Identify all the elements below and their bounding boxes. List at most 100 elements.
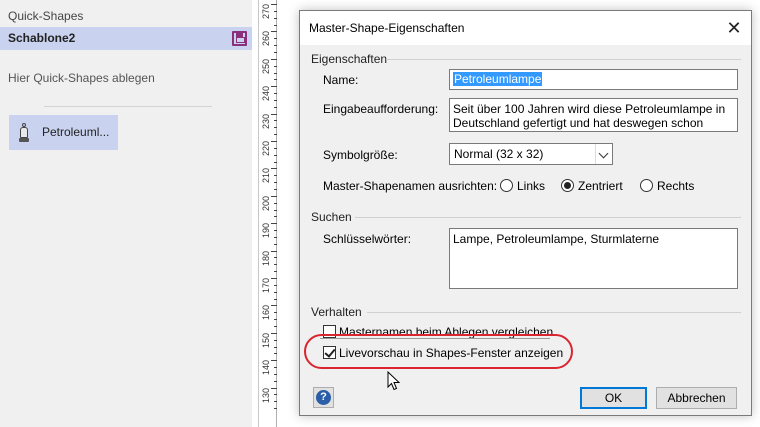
align-left-label: Links bbox=[517, 179, 546, 193]
help-button[interactable]: ? bbox=[313, 387, 334, 408]
mouse-cursor-icon bbox=[387, 371, 401, 391]
ruler-tick bbox=[271, 4, 277, 5]
ruler-tick bbox=[274, 182, 277, 184]
ruler-label: 220 bbox=[261, 141, 271, 157]
ruler-tick bbox=[274, 154, 277, 156]
ruler-tick bbox=[274, 346, 277, 348]
ruler-tick bbox=[271, 223, 277, 225]
ruler-tick bbox=[271, 168, 277, 170]
ruler-tick bbox=[274, 188, 277, 190]
keywords-label: Schlüsselwörter: bbox=[323, 232, 412, 246]
ruler-tick bbox=[274, 79, 277, 81]
align-center-radio[interactable] bbox=[561, 179, 574, 192]
shape-item-label: Petroleuml... bbox=[42, 125, 110, 139]
ruler-tick bbox=[271, 141, 277, 142]
close-icon[interactable]: ✕ bbox=[721, 15, 747, 41]
ruler-tick bbox=[274, 175, 277, 177]
ruler-tick bbox=[274, 394, 277, 396]
ruler-label: 160 bbox=[261, 305, 271, 321]
ruler-tick bbox=[274, 325, 277, 327]
ruler-tick bbox=[274, 271, 277, 273]
ruler-label: 190 bbox=[261, 223, 271, 239]
master-shape-properties-dialog: Master-Shape-Eigenschaften ✕ Eigenschaft… bbox=[299, 10, 752, 416]
ruler-tick bbox=[271, 31, 277, 33]
dialog-titlebar: Master-Shape-Eigenschaften ✕ bbox=[300, 11, 751, 45]
quick-shapes-header[interactable]: Quick-Shapes bbox=[0, 6, 252, 26]
stencil-header[interactable]: Schablone2 bbox=[0, 27, 252, 50]
oil-lamp-icon bbox=[19, 123, 29, 143]
ruler-tick bbox=[274, 373, 277, 375]
ruler-tick bbox=[271, 113, 277, 115]
ok-button[interactable]: OK bbox=[580, 387, 647, 409]
symbol-size-label: Symbolgröße: bbox=[323, 148, 398, 162]
ruler-tick bbox=[274, 257, 277, 259]
help-icon: ? bbox=[316, 390, 331, 405]
section-behavior: Verhalten bbox=[311, 305, 362, 319]
ruler-label: 230 bbox=[261, 113, 271, 129]
align-right-radio[interactable] bbox=[640, 179, 653, 192]
ruler-tick bbox=[274, 243, 277, 245]
ruler-label: 180 bbox=[261, 250, 271, 266]
section-properties: Eigenschaften bbox=[311, 52, 388, 66]
ruler-tick bbox=[274, 120, 277, 122]
ruler-tick bbox=[274, 209, 277, 211]
ruler-tick bbox=[274, 99, 277, 101]
ruler-label: 210 bbox=[261, 168, 271, 184]
ruler-tick bbox=[274, 147, 277, 149]
name-field[interactable]: Petroleumlampe bbox=[449, 69, 738, 90]
ruler-tick bbox=[274, 51, 277, 53]
ruler-tick bbox=[274, 65, 277, 67]
chevron-down-icon[interactable] bbox=[595, 144, 612, 164]
save-icon[interactable] bbox=[232, 31, 247, 46]
ruler-tick bbox=[274, 353, 277, 355]
ruler-tick bbox=[274, 264, 277, 266]
ruler-tick bbox=[271, 86, 277, 88]
ruler-label: 150 bbox=[261, 332, 271, 348]
drop-hint: Hier Quick-Shapes ablegen bbox=[8, 71, 155, 85]
keywords-field[interactable]: Lampe, Petroleumlampe, Sturmlaterne bbox=[449, 228, 738, 289]
ruler-tick bbox=[274, 45, 277, 47]
align-center-label: Zentriert bbox=[578, 179, 623, 193]
ruler-tick bbox=[271, 250, 277, 252]
align-left-radio[interactable] bbox=[500, 179, 513, 192]
ruler-tick bbox=[274, 380, 277, 382]
cancel-button[interactable]: Abbrechen bbox=[656, 387, 737, 409]
ruler-tick bbox=[274, 367, 277, 369]
prompt-field[interactable]: Seit über 100 Jahren wird diese Petroleu… bbox=[449, 98, 738, 132]
ruler-tick bbox=[274, 127, 277, 129]
name-field-value: Petroleumlampe bbox=[453, 72, 543, 86]
ruler-tick bbox=[274, 284, 277, 286]
ruler-tick bbox=[274, 319, 277, 321]
ruler-tick bbox=[274, 408, 277, 410]
symbol-size-value: Normal (32 x 32) bbox=[454, 147, 544, 161]
ruler-tick bbox=[274, 339, 277, 341]
highlight-annotation bbox=[304, 334, 573, 369]
stencil-name: Schablone2 bbox=[8, 31, 76, 45]
quick-shapes-divider bbox=[44, 106, 212, 107]
section-divider bbox=[367, 312, 741, 313]
ruler-tick bbox=[274, 24, 277, 26]
shape-item-petroleumlampe[interactable]: Petroleuml... bbox=[9, 115, 118, 150]
ruler-tick bbox=[274, 202, 277, 204]
ruler-tick bbox=[274, 236, 277, 238]
align-label: Master-Shapenamen ausrichten: bbox=[323, 179, 498, 193]
ruler-tick bbox=[274, 401, 277, 403]
ruler-tick bbox=[274, 38, 277, 40]
ruler-tick bbox=[271, 305, 277, 307]
ruler-tick bbox=[274, 106, 277, 108]
ruler-tick bbox=[274, 161, 277, 163]
dialog-title: Master-Shape-Eigenschaften bbox=[309, 21, 465, 35]
ruler-tick bbox=[271, 195, 277, 197]
ruler-label: 250 bbox=[261, 58, 271, 74]
ruler-label: 270 bbox=[261, 4, 271, 20]
prompt-label: Eingabeaufforderung: bbox=[323, 102, 439, 116]
symbol-size-select[interactable]: Normal (32 x 32) bbox=[449, 143, 613, 165]
ruler-label: 170 bbox=[261, 278, 271, 294]
name-label: Name: bbox=[323, 73, 359, 87]
ruler-tick bbox=[271, 360, 277, 362]
ruler-tick bbox=[274, 216, 277, 218]
ruler-label: 200 bbox=[261, 195, 271, 211]
ruler-tick bbox=[274, 93, 277, 95]
ruler-tick bbox=[271, 332, 277, 334]
ruler-tick bbox=[274, 10, 277, 12]
